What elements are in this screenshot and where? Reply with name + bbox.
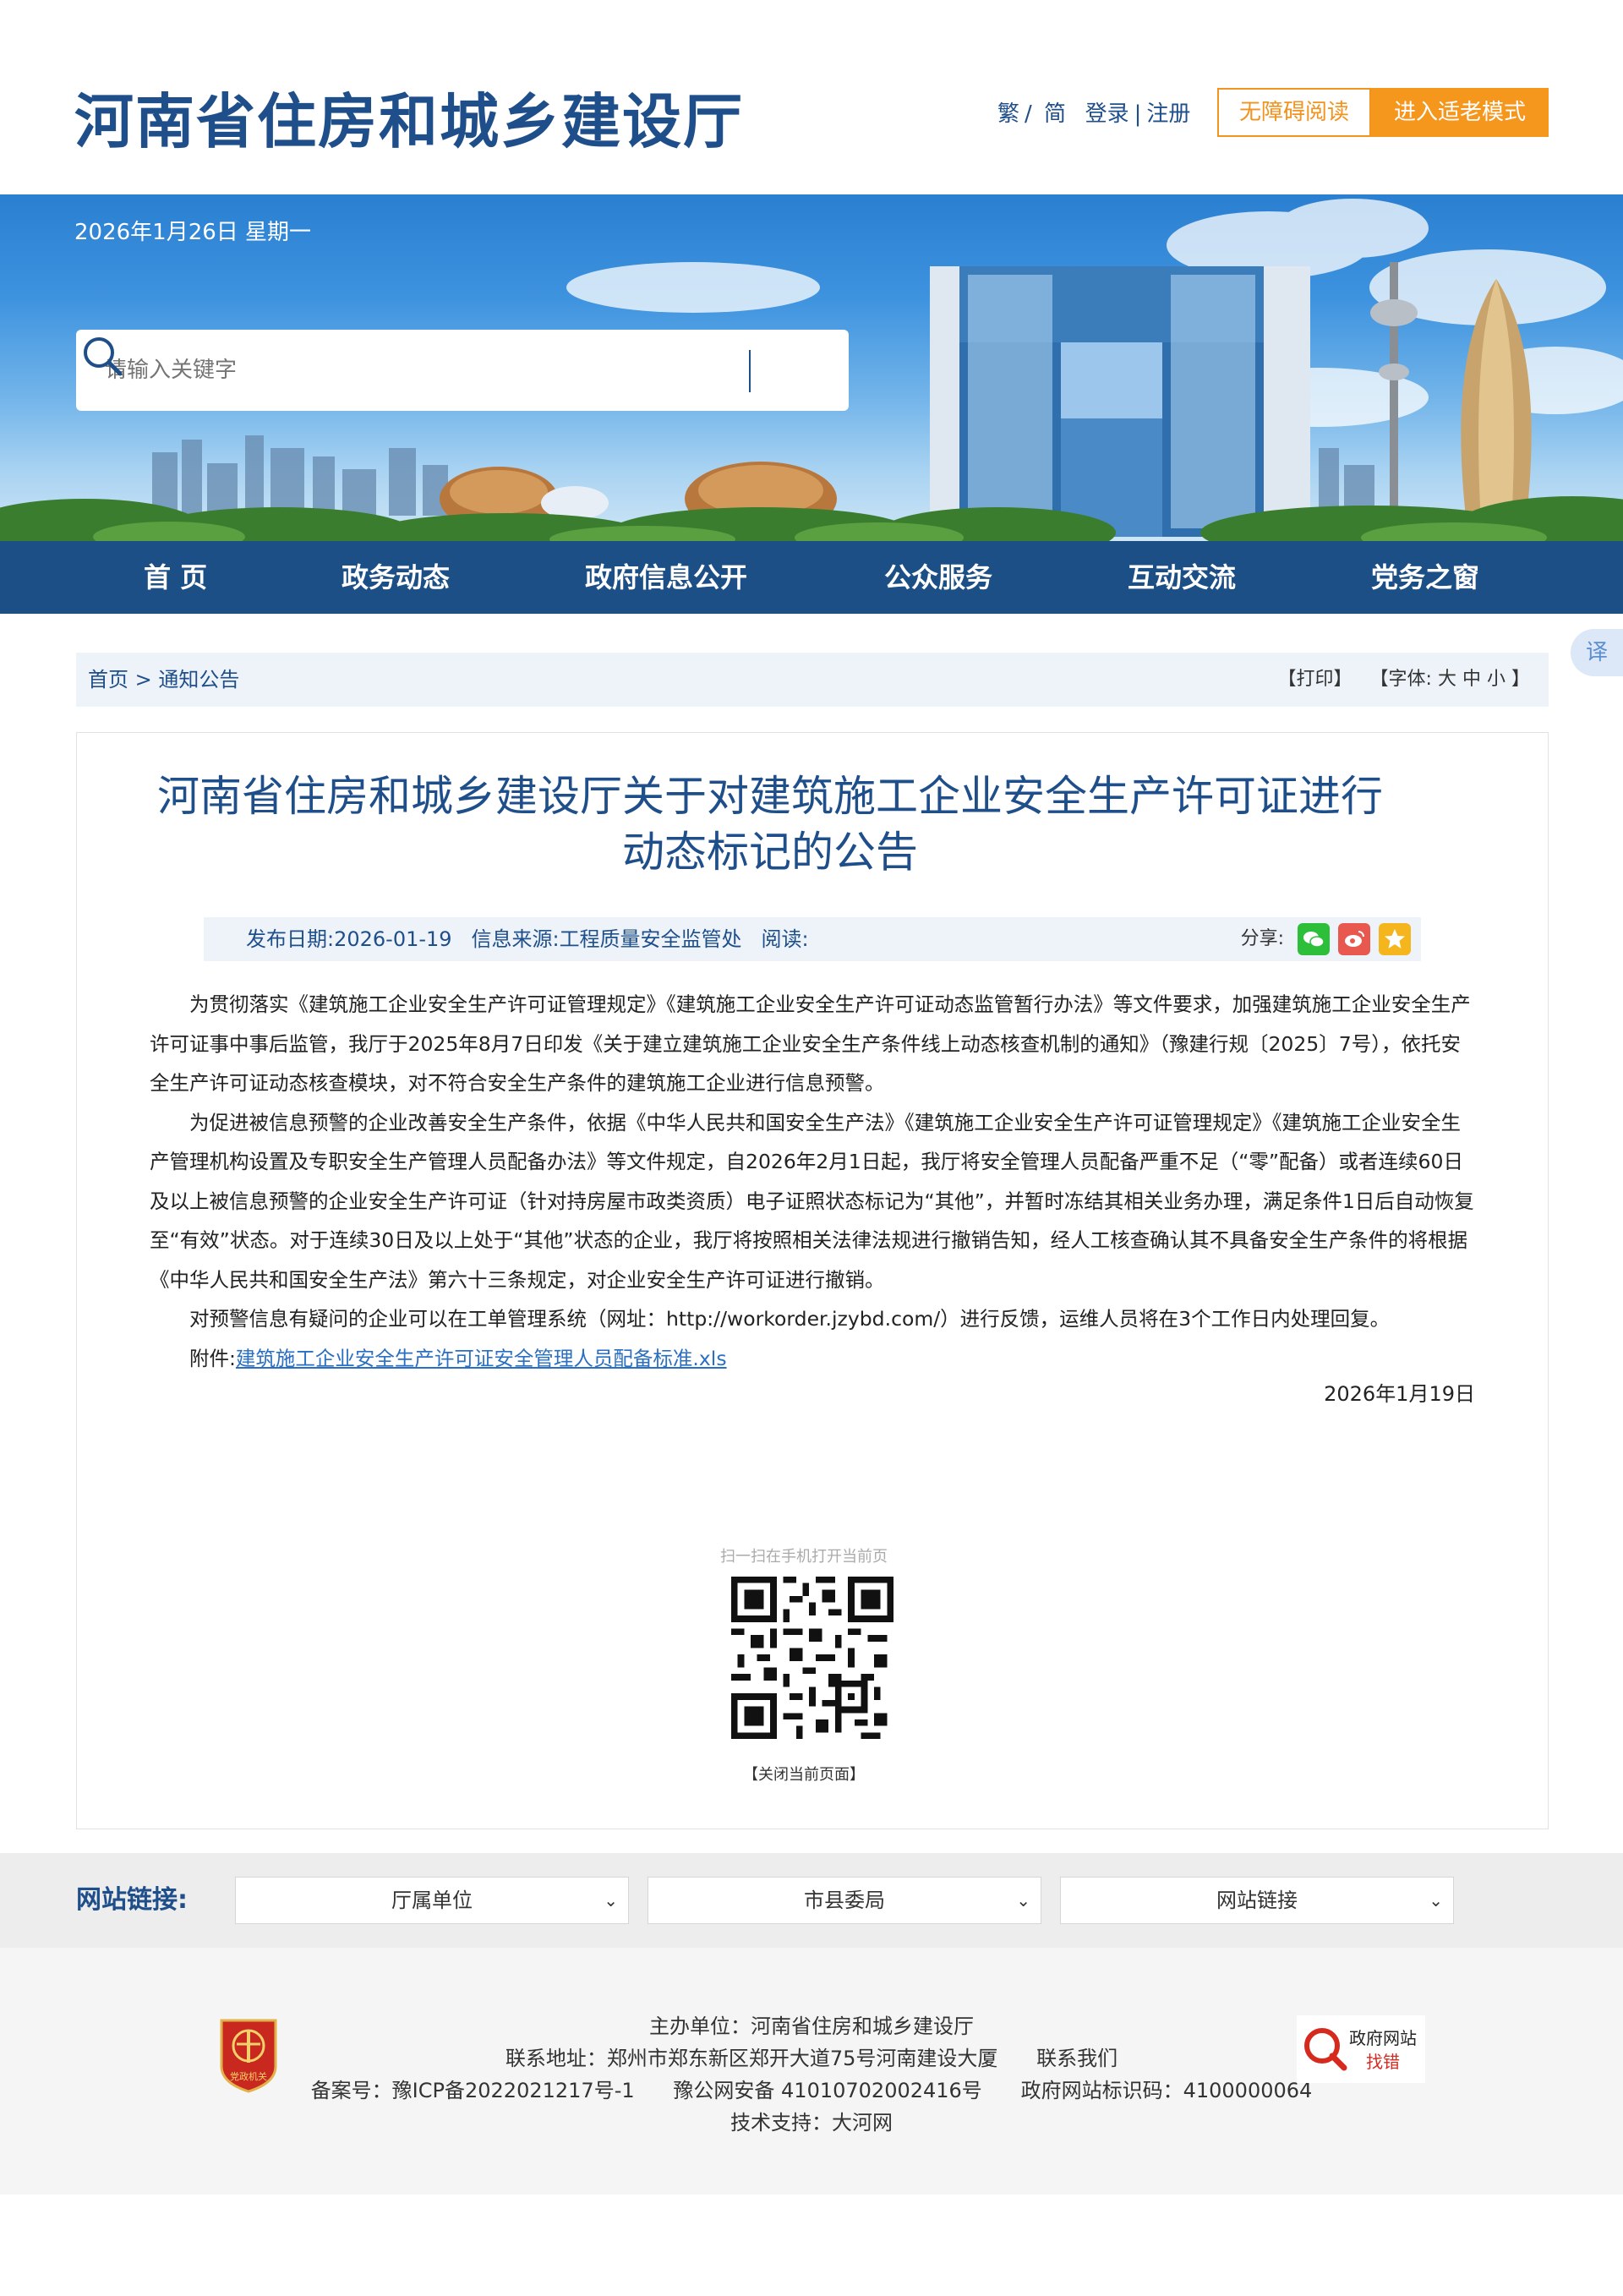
attachment-link[interactable]: 建筑施工企业安全生产许可证安全管理人员配备标准.xls <box>236 1347 727 1370</box>
article-body: 为贯彻落实《建筑施工企业安全生产许可证管理规定》《建筑施工企业安全生产许可证动态… <box>150 985 1478 1378</box>
site-logo[interactable]: 河南省住房和城乡建设厅 <box>74 74 744 160</box>
nav-interaction[interactable]: 互动交流 <box>1128 541 1236 614</box>
article-meta: 发布日期:2026-01-19 信息来源:工程质量安全监管处 阅读: <box>246 917 809 961</box>
chevron-down-icon: ⌄ <box>1016 1890 1030 1911</box>
site-footer: 党政机关 主办单位：河南省住房和城乡建设厅 联系地址：郑州市郑东新区郑开大道75… <box>0 1948 1623 2195</box>
main-nav: 首 页 政务动态 政府信息公开 公众服务 互动交流 党务之窗 <box>0 541 1623 614</box>
views-label: 阅读: <box>761 927 809 951</box>
banner: 2026年1月26日 星期一 <box>0 194 1623 541</box>
weibo-share-icon[interactable] <box>1338 923 1370 955</box>
site-identifier: 政府网站标识码：4100000064 <box>1020 2079 1313 2102</box>
police-record-link[interactable]: 豫公网安备 41010702002416号 <box>673 2079 981 2102</box>
footer-info: 主办单位：河南省住房和城乡建设厅 联系地址：郑州市郑东新区郑开大道75号河南建设… <box>254 2010 1369 2139</box>
wechat-share-icon[interactable] <box>1298 923 1330 955</box>
nav-government-news[interactable]: 政务动态 <box>342 541 450 614</box>
font-medium-button[interactable]: 中 <box>1462 669 1481 690</box>
select-value: 厅属单位 <box>391 1889 473 1912</box>
website-links-label: 网站链接: <box>76 1885 188 1915</box>
select-value: 网站链接 <box>1216 1889 1298 1912</box>
font-small-button[interactable]: 小 <box>1487 669 1506 690</box>
breadcrumb-current[interactable]: 通知公告 <box>158 668 239 692</box>
find-error-line-1: 政府网站 <box>1349 2028 1417 2048</box>
close-page-link[interactable]: 【关闭当前页面】 <box>635 1763 973 1785</box>
article-paragraph: 为贯彻落实《建筑施工企业安全生产许可证管理规定》《建筑施工企业安全生产许可证动态… <box>150 992 1471 1095</box>
footer-contact-line: 联系地址：郑州市郑东新区郑开大道75号河南建设大厦 联系我们 <box>254 2042 1369 2075</box>
article-paragraph: 为促进被信息预警的企业改善安全生产条件，依据《中华人民共和国安全生产法》《建筑施… <box>150 1110 1474 1292</box>
page-tools: 【打印】 【字体: 大 中 小 】 <box>1278 653 1530 707</box>
nav-party-affairs[interactable]: 党务之窗 <box>1371 541 1479 614</box>
breadcrumb: 首页 > 通知公告 <box>88 653 239 707</box>
nav-public-services[interactable]: 公众服务 <box>884 541 992 614</box>
publish-date-label: 发布日期: <box>246 927 335 951</box>
qr-caption: 扫一扫在手机打开当前页 <box>720 1548 888 1566</box>
website-links-bar: 网站链接: 厅属单位 ⌄ 市县委局 ⌄ 网站链接 ⌄ <box>0 1853 1623 1948</box>
icp-record-link[interactable]: 备案号：豫ICP备2022021217号-1 <box>311 2079 635 2102</box>
lang-separator: / <box>1025 101 1032 127</box>
select-value: 市县委局 <box>804 1889 885 1912</box>
font-large-button[interactable]: 大 <box>1438 669 1456 690</box>
breadcrumb-home[interactable]: 首页 <box>88 668 128 692</box>
city-county-bureaus-select[interactable]: 市县委局 ⌄ <box>648 1877 1041 1924</box>
breadcrumb-separator: > <box>134 668 152 692</box>
translate-button[interactable]: 译 <box>1571 629 1623 676</box>
attachment-line: 附件:建筑施工企业安全生产许可证安全管理人员配备标准.xls <box>150 1339 1478 1379</box>
source: 工程质量安全监管处 <box>559 927 742 951</box>
top-links: 繁 / 简 登录 | 注册 <box>997 96 1195 128</box>
simplified-chinese-link[interactable]: 简 <box>1044 101 1066 127</box>
font-size-close: 】 <box>1511 669 1530 690</box>
footer-registration-line: 备案号：豫ICP备2022021217号-1 豫公网安备 41010702002… <box>254 2075 1369 2107</box>
font-size-label: 【字体: <box>1369 669 1432 690</box>
article-title: 河南省住房和城乡建设厅关于对建筑施工企业安全生产许可证进行 动态标记的公告 <box>128 768 1413 880</box>
accessible-reading-button[interactable]: 无障碍阅读 <box>1217 88 1371 137</box>
article-container: 河南省住房和城乡建设厅关于对建筑施工企业安全生产许可证进行 动态标记的公告 发布… <box>76 732 1549 1829</box>
publish-date: 2026-01-19 <box>334 927 452 951</box>
article-title-line-2: 动态标记的公告 <box>622 828 918 877</box>
footer-tech-support: 技术支持：大河网 <box>730 2111 893 2135</box>
login-link[interactable]: 登录 <box>1085 101 1129 127</box>
search-divider <box>749 350 751 392</box>
share-bar: 分享: <box>1241 917 1411 961</box>
auth-separator: | <box>1134 101 1142 127</box>
traditional-chinese-link[interactable]: 繁 <box>997 101 1019 127</box>
article-paragraph: 对预警信息有疑问的企业可以在工单管理系统（网址：http://workorder… <box>189 1307 1391 1331</box>
gov-site-find-error-icon[interactable]: 政府网站 找错 <box>1297 2015 1425 2083</box>
print-button[interactable]: 【打印】 <box>1278 669 1352 690</box>
qr-code <box>731 1577 893 1739</box>
contact-us-link[interactable]: 联系我们 <box>1036 2047 1118 2070</box>
register-link[interactable]: 注册 <box>1146 101 1190 127</box>
search-box <box>76 330 849 411</box>
search-icon[interactable] <box>76 330 130 384</box>
attachment-label: 附件: <box>189 1346 236 1370</box>
article-meta-bar: 发布日期:2026-01-19 信息来源:工程质量安全监管处 阅读: 分享: <box>204 917 1421 961</box>
chevron-down-icon: ⌄ <box>604 1890 618 1911</box>
footer-host: 主办单位：河南省住房和城乡建设厅 <box>649 2014 974 2038</box>
elder-mode-button[interactable]: 进入适老模式 <box>1371 88 1549 137</box>
nav-government-information[interactable]: 政府信息公开 <box>585 541 747 614</box>
chevron-down-icon: ⌄ <box>1429 1890 1443 1911</box>
nav-home[interactable]: 首 页 <box>144 541 207 614</box>
search-input[interactable] <box>105 348 798 392</box>
article-signature-date: 2026年1月19日 <box>1324 1382 1475 1406</box>
favorite-share-icon[interactable] <box>1379 923 1411 955</box>
article-title-line-1: 河南省住房和城乡建设厅关于对建筑施工企业安全生产许可证进行 <box>157 772 1383 821</box>
footer-address: 联系地址：郑州市郑东新区郑开大道75号河南建设大厦 <box>505 2047 998 2070</box>
breadcrumb-bar: 首页 > 通知公告 【打印】 【字体: 大 中 小 】 <box>76 653 1549 707</box>
source-label: 信息来源: <box>471 927 560 951</box>
website-links-select[interactable]: 网站链接 ⌄ <box>1060 1877 1454 1924</box>
site-header: 河南省住房和城乡建设厅 繁 / 简 登录 | 注册 无障碍阅读 进入适老模式 <box>0 0 1623 194</box>
find-error-line-2: 找错 <box>1366 2052 1400 2072</box>
affiliated-units-select[interactable]: 厅属单位 ⌄ <box>235 1877 629 1924</box>
current-date: 2026年1月26日 星期一 <box>74 220 312 245</box>
share-label: 分享: <box>1240 928 1284 949</box>
